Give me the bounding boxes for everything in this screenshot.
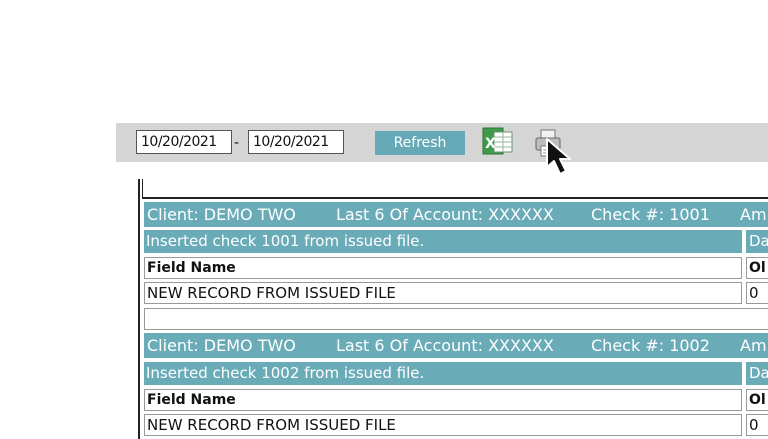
- svg-text:X: X: [485, 136, 496, 152]
- account-label: Last 6 Of Account: XXXXXX: [336, 336, 554, 355]
- old-value-header: Ol: [746, 389, 768, 411]
- record-spacer: [144, 308, 768, 330]
- old-value-header: Ol: [746, 257, 768, 279]
- record-message: Inserted check 1002 from issued file.: [144, 362, 742, 385]
- account-label: Last 6 Of Account: XXXXXX: [336, 205, 554, 224]
- record-message: Inserted check 1001 from issued file.: [144, 230, 742, 253]
- amount-label: Am: [740, 336, 767, 355]
- date-column-header: Da: [746, 230, 768, 253]
- field-name-header: Field Name: [144, 389, 742, 411]
- date-column-header: Da: [746, 362, 768, 385]
- report-toolbar: - Refresh X: [116, 123, 768, 162]
- check-number-label: Check #: 1001: [591, 205, 710, 224]
- refresh-button[interactable]: Refresh: [375, 131, 465, 155]
- client-label: Client: DEMO TWO: [147, 336, 296, 355]
- amount-label: Am: [740, 205, 767, 224]
- report-top-border: [142, 179, 768, 199]
- field-name-cell: NEW RECORD FROM ISSUED FILE: [144, 414, 742, 436]
- audit-report: Client: DEMO TWO Last 6 Of Account: XXXX…: [138, 179, 768, 439]
- start-date-input[interactable]: [136, 130, 232, 154]
- excel-export-icon[interactable]: X: [482, 127, 514, 157]
- mouse-pointer-icon: [545, 137, 581, 179]
- end-date-input[interactable]: [248, 130, 344, 154]
- field-name-cell: NEW RECORD FROM ISSUED FILE: [144, 282, 742, 304]
- old-value-cell: 0: [746, 414, 768, 436]
- record-header: Client: DEMO TWO Last 6 Of Account: XXXX…: [144, 333, 768, 358]
- check-number-label: Check #: 1002: [591, 336, 710, 355]
- field-name-header: Field Name: [144, 257, 742, 279]
- old-value-cell: 0: [746, 282, 768, 304]
- record-header: Client: DEMO TWO Last 6 Of Account: XXXX…: [144, 202, 768, 227]
- date-range-separator: -: [234, 135, 240, 151]
- client-label: Client: DEMO TWO: [147, 205, 296, 224]
